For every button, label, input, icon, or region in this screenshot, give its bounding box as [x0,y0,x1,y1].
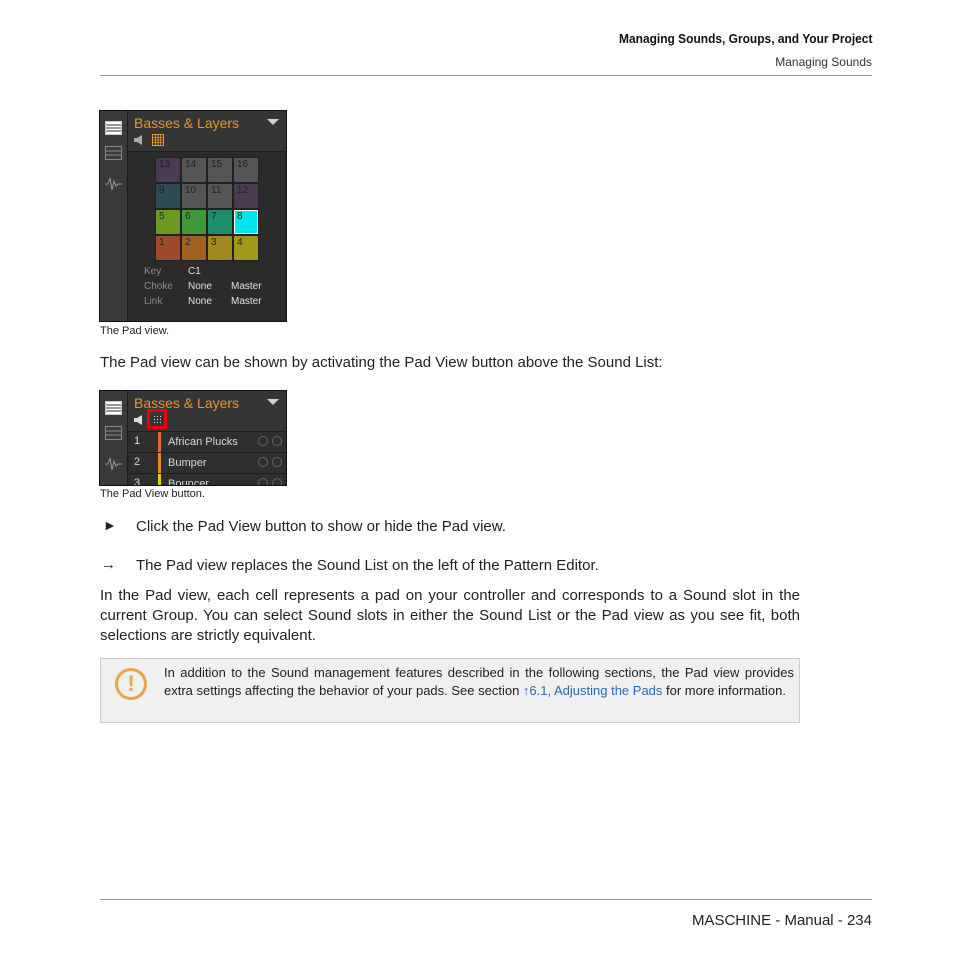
power-icon[interactable] [272,478,282,485]
sidebar [100,111,128,321]
sound-editor-icon[interactable] [105,146,122,160]
pad-6[interactable]: 6 [182,210,206,234]
key-label: Key [144,266,162,277]
page-footer: MASCHINE - Manual - 234 [691,912,872,929]
footer-rule [100,899,872,900]
note-text: In addition to the Sound management feat… [164,664,794,700]
speaker-icon[interactable] [134,415,143,425]
pad-13[interactable]: 13 [156,158,180,182]
waveform-icon[interactable] [105,457,122,471]
header-chapter-title: Managing Sounds, Groups, and Your Projec… [618,31,872,46]
pad-view-grid-icon[interactable] [152,134,164,146]
sound-editor-icon[interactable] [105,426,122,440]
sound-color-bar [158,432,161,452]
pad-11[interactable]: 11 [208,184,232,208]
mute-knob-icon[interactable] [258,436,268,446]
section-link[interactable]: ↑6.1, Adjusting the Pads [523,683,662,698]
figure-caption: The Pad view. [100,325,170,337]
sound-slot-row[interactable]: 3 Bouncer [130,474,286,486]
step-bullet-icon: ► [103,517,117,533]
sound-color-bar [158,474,161,485]
step-text: Click the Pad View button to show or hid… [136,518,506,535]
sound-slot-number: 1 [134,435,141,447]
mute-knob-icon[interactable] [258,457,268,467]
sound-slot-row[interactable]: 2 Bumper [130,453,286,474]
choke-label: Choke [144,281,173,292]
exclamation-icon: ! [115,668,147,700]
pad-10[interactable]: 10 [182,184,206,208]
note-box: ! In addition to the Sound management fe… [100,658,800,723]
dropdown-caret-icon[interactable] [267,119,279,125]
choke-mode[interactable]: Master [231,281,262,292]
sidebar [100,391,128,485]
pad-4[interactable]: 4 [234,236,258,260]
power-icon[interactable] [272,457,282,467]
sound-name: Bouncer [168,478,209,486]
key-value[interactable]: C1 [188,266,201,277]
pad-3[interactable]: 3 [208,236,232,260]
result-arrow-icon: → [101,556,116,573]
group-name: Basses & Layers [134,115,240,131]
pad-9[interactable]: 9 [156,184,180,208]
figure-caption: The Pad View button. [100,488,205,500]
pad-12[interactable]: 12 [234,184,258,208]
highlight-box [147,409,167,429]
choke-value[interactable]: None [188,281,212,292]
waveform-icon[interactable] [105,177,122,191]
pad-14[interactable]: 14 [182,158,206,182]
sound-name: Bumper [168,457,207,469]
pad-15[interactable]: 15 [208,158,232,182]
paragraph: In the Pad view, each cell represents a … [100,587,800,644]
sound-name: African Plucks [168,436,238,448]
group-header: Basses & Layers [128,111,286,152]
pad-2[interactable]: 2 [182,236,206,260]
sound-list-icon[interactable] [105,401,122,415]
pad-1[interactable]: 1 [156,236,180,260]
note-text-after: for more information. [662,683,786,698]
pad-8[interactable]: 8 [234,210,258,234]
pad-5[interactable]: 5 [156,210,180,234]
link-label: Link [144,296,163,307]
pad-16[interactable]: 16 [234,158,258,182]
pad-7[interactable]: 7 [208,210,232,234]
link-value[interactable]: None [188,296,212,307]
dropdown-caret-icon[interactable] [267,399,279,405]
header-section-title: Managing Sounds [775,55,872,69]
link-mode[interactable]: Master [231,296,262,307]
header-rule [100,75,872,76]
result-text: The Pad view replaces the Sound List on … [136,557,599,574]
sound-list-icon[interactable] [105,121,122,135]
speaker-icon[interactable] [134,135,143,145]
pad-grid: 13 14 15 16 9 10 11 12 5 6 7 8 1 2 3 4 [155,157,259,261]
paragraph: The Pad view can be shown by activating … [100,354,663,371]
sound-slot-number: 2 [134,456,141,468]
mute-knob-icon[interactable] [258,478,268,485]
power-icon[interactable] [272,436,282,446]
sound-color-bar [158,453,161,473]
pad-view-screenshot: Basses & Layers 13 14 15 16 9 10 11 12 5 6 7 8 1 2 3 4 … [99,110,287,322]
sound-slot-row[interactable]: 1 African Plucks [130,432,286,453]
sound-slot-number: 3 [134,477,141,486]
pad-view-button-screenshot: Basses & Layers 1 African Plucks 2 Bumper 3 B… [99,390,287,486]
